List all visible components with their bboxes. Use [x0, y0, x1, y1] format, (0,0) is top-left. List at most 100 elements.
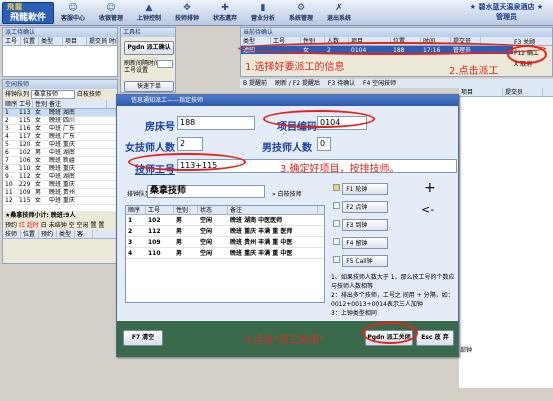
annotation-arrow: <-: [421, 203, 435, 216]
clock-type-list: F1 轮钟 F2 点钟 F3 到钟 F4 留钟 F5 Call钟: [333, 183, 393, 273]
dispatch-dialog: 信息通知派工——指定技师 房床号 188 项目编码 0104 女技师人数 2 男…: [116, 94, 459, 357]
chart-icon: ▮: [260, 3, 266, 13]
pending-title: 派工待确认: [3, 28, 117, 37]
annotation-oval-tech: [128, 153, 246, 171]
reserve-header: 技师 位置 预约 类型客: [3, 230, 117, 239]
tech-row[interactable]: 11 109 男晚班 贵州: [3, 189, 117, 197]
tech-row[interactable]: 8 110 女晚班 重庆: [3, 165, 117, 173]
toolbar-status[interactable]: ✚ 状态遗弃: [206, 1, 244, 25]
schedule-icon: ✥: [183, 3, 191, 13]
confirm-dispatch-button[interactable]: Pgdn 派工确认: [124, 41, 174, 55]
refresh-interval-input[interactable]: [157, 60, 173, 68]
f5-call-clock-button[interactable]: F5 Call钟: [342, 255, 389, 267]
room-label: 房床号: [145, 122, 175, 133]
status-icon: ✚: [221, 3, 229, 13]
tech-summary: ★桑拿技师小计: 晚班:9人: [5, 212, 76, 219]
tech-header: 顺序 工号 性别 备注: [3, 100, 117, 109]
tech-row[interactable]: 1 113 女晚班 湖南: [3, 109, 117, 117]
toolbar-exit[interactable]: ✗ 退出系统: [320, 1, 358, 25]
annotation-plus: +: [424, 180, 436, 196]
dialog-tech-row[interactable]: 3 109 男空闲 晚班 贵州 丰满 重 中医: [126, 237, 324, 248]
tab-remind-before[interactable]: B 提醒前: [243, 80, 267, 87]
pending-panel: 派工待确认 工号位置类型项目提交员时间: [2, 27, 118, 77]
tab-unsettled[interactable]: 白 未结钟: [41, 222, 67, 229]
sort-row: 排钟队列 桑拿技师 白枝技师: [5, 90, 101, 99]
toolbar-service-center[interactable]: ☺ 客服中心: [54, 1, 92, 25]
tech-row[interactable]: 5 120 女中班 重庆: [3, 141, 117, 149]
room-input[interactable]: 188: [177, 116, 255, 130]
tab-idle[interactable]: 空 空闲: [69, 222, 89, 229]
dialog-sort-select[interactable]: 桑拿技师: [147, 185, 265, 198]
right-grid: 项目 提交员: [459, 88, 553, 388]
annotation-oval-f12: [507, 45, 547, 64]
f1-round-clock-button[interactable]: F1 轮钟: [342, 183, 389, 195]
view-tabs: B 提醒前 刷新 / F2 提醒后 F3 待确认 F4 空闲技师: [240, 79, 553, 88]
current-pending-title: 当前待确认: [241, 28, 552, 37]
clock-icon: ▲: [145, 3, 153, 13]
service-icon: ☺: [68, 3, 78, 13]
tab-pending[interactable]: F3 待确认: [328, 80, 355, 87]
toolbar-tech-schedule[interactable]: ✥ 技师排钟: [168, 1, 206, 25]
f3-arrive-clock-button[interactable]: F3 到钟: [342, 219, 389, 231]
f2-point-clock-button[interactable]: F2 点钟: [342, 201, 389, 213]
exit-icon: ✗: [335, 3, 343, 13]
annotation-oval-project: [263, 110, 375, 128]
idle-tech-title: 空闲技师: [3, 80, 117, 89]
tools-panel: 工具栏 Pgdn 派工确认 刷新间隔时间 工号设置 快速下单: [120, 27, 176, 93]
tech-row[interactable]: 12 115 女中班 重庆: [3, 197, 117, 205]
toolbar-cashier[interactable]: ☺ 收银管理: [92, 1, 130, 25]
male-count-label: 男技师人数: [262, 143, 312, 154]
toolbar-analysis[interactable]: ▮ 营业分析: [244, 1, 282, 25]
tech-grid: 1 113 女晚班 湖南 2 115 女晚班 四川 3 116 女中班 广东 4 117 女晚班…: [3, 109, 117, 211]
checkbox-f2[interactable]: [333, 202, 340, 209]
f4-keep-clock-button[interactable]: F4 留钟: [342, 237, 389, 249]
checkbox-f4[interactable]: [333, 238, 340, 245]
quick-order-button[interactable]: 快速下单: [124, 81, 174, 92]
annotation-step2: 2.点击派工: [449, 66, 499, 77]
dialog-white-tech[interactable]: » 白枝技师: [272, 189, 302, 198]
bottom-right-status: 部钟: [460, 347, 473, 354]
refresh-interval-label: 刷新间隔时间 工号设置: [124, 60, 161, 74]
tab-overtime[interactable]: 红 超时: [19, 222, 39, 229]
tools-title: 工具栏: [121, 28, 175, 37]
annotation-step1: 1.选择好要派工的信息: [245, 62, 345, 73]
status-tabs: 预约 红 超时 白 未结钟 空 空闲 置 置: [3, 221, 117, 230]
tech-row[interactable]: 3 116 女中班 广东: [3, 125, 117, 133]
tab-reserve[interactable]: 预约: [5, 222, 17, 229]
female-count-input[interactable]: 2: [177, 137, 203, 151]
dialog-tech-row[interactable]: 2 112 男空闲 晚班 重庆 丰满 重 医师: [126, 226, 324, 237]
annotation-oval-close: [362, 322, 418, 344]
annotation-oval-row: [238, 42, 546, 55]
sort-select[interactable]: 桑拿技师: [30, 90, 75, 99]
checkbox-f1[interactable]: [333, 184, 340, 191]
male-count-input[interactable]: 0: [317, 137, 331, 151]
clear-button[interactable]: F7 清空: [123, 330, 163, 346]
pending-grid[interactable]: [3, 46, 117, 76]
checkbox-f5[interactable]: [333, 256, 340, 263]
dialog-title: 信息通知派工——指定技师: [117, 95, 458, 106]
toolbar-clock-control[interactable]: ▲ 上钟控制: [130, 1, 168, 25]
dialog-tech-row[interactable]: 1 102 男空闲 晚班 湖南 中医医师: [126, 215, 324, 226]
app-logo: 飛龍 飛龍軟件: [2, 2, 54, 24]
tech-row[interactable]: 7 106 女晚班 新疆: [3, 157, 117, 165]
toolbar-system[interactable]: ⚙ 系统管理: [282, 1, 320, 25]
main-toolbar: 飛龍 飛龍軟件 ☺ 客服中心 ☺ 收银管理 ▲ 上钟控制 ✥ 技师排钟 ✚ 状态遗弃 ▮ 营业…: [0, 0, 553, 26]
tab-other[interactable]: 置 置: [90, 222, 104, 229]
annotation-step4: 4.点击“派工关闭”: [244, 335, 324, 346]
tab-idle-techs[interactable]: F4 空闲技师: [363, 80, 396, 87]
checkbox-f3[interactable]: [333, 220, 340, 227]
tech-row[interactable]: 4 117 女晚班 广东: [3, 133, 117, 141]
tab-remind-after[interactable]: 刷新 / F2 提醒后: [275, 80, 320, 87]
tech-row[interactable]: 10 229 女晚班 重庆: [3, 181, 117, 189]
dialog-tech-grid: 顺序 工号 性别 状态 备注 1 102 男空闲 晚班 湖南 中医医师 2 112 男空闲 晚班 重…: [125, 205, 325, 303]
female-count-label: 女技师人数: [125, 143, 175, 154]
dialog-tech-row[interactable]: 4 110 男空闲 晚班 重庆 丰满 重 中医: [126, 248, 324, 259]
annotation-step3: 3.确定好项目，按排技师。: [280, 164, 400, 175]
tech-row[interactable]: 6 102 男中班 湖南: [3, 149, 117, 157]
hotel-name: ★ 碧水蓝天温泉酒店 ★ 管理员: [469, 3, 544, 21]
dialog-notes: 1、如果技师人数大于 1，那么技工号的个数应与技师人数相等 2：排出多个技师，工…: [331, 274, 455, 317]
esc-cancel-button[interactable]: Esc 放 弃: [416, 330, 454, 346]
tech-row[interactable]: 2 115 女晚班 四川: [3, 117, 117, 125]
cashier-icon: ☺: [106, 3, 116, 13]
tech-row[interactable]: 9 112 女中班 湖南: [3, 173, 117, 181]
